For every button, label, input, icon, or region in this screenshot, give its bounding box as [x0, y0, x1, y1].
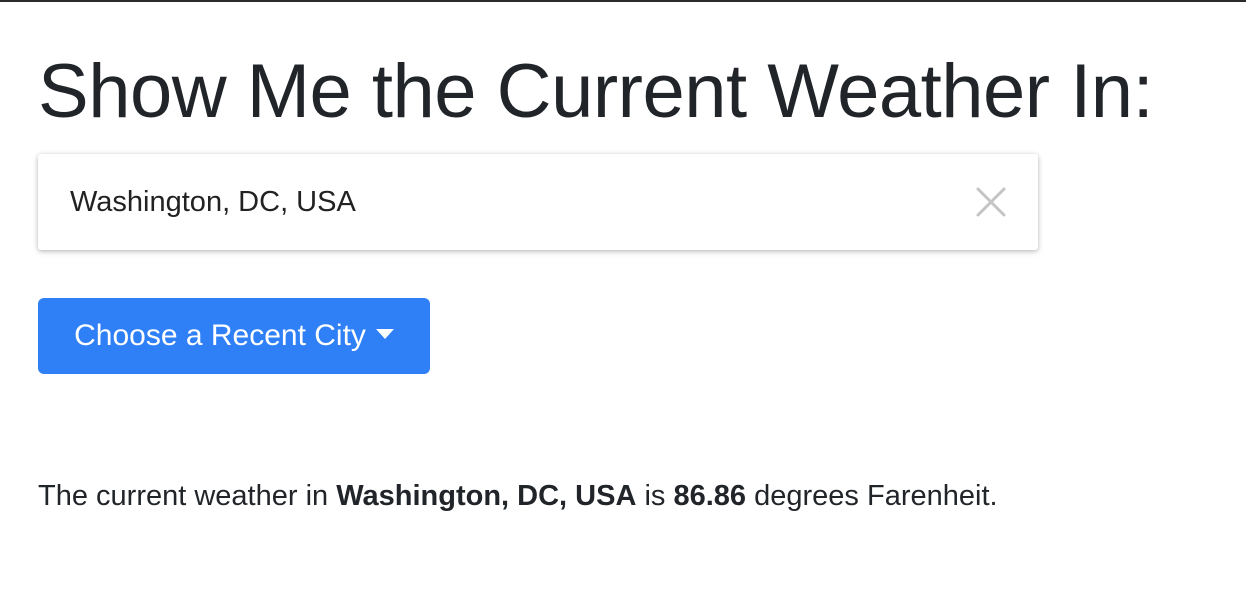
- recent-city-dropdown-label: Choose a Recent City: [74, 319, 366, 352]
- recent-city-dropdown-button[interactable]: Choose a Recent City: [38, 298, 430, 374]
- result-city: Washington, DC, USA: [336, 480, 637, 512]
- close-icon[interactable]: [974, 185, 1008, 219]
- result-middle: is: [644, 480, 666, 512]
- city-search-box: [38, 154, 1038, 250]
- result-prefix: The current weather in: [38, 480, 329, 512]
- page-title: Show Me the Current Weather In:: [38, 49, 1154, 134]
- city-search-input[interactable]: [70, 182, 950, 222]
- caret-down-icon: [375, 329, 394, 339]
- result-temperature: 86.86: [673, 480, 747, 512]
- result-suffix: degrees Farenheit.: [754, 480, 998, 512]
- weather-result: The current weather in Washington, DC, U…: [38, 476, 998, 516]
- top-divider: [0, 0, 1246, 2]
